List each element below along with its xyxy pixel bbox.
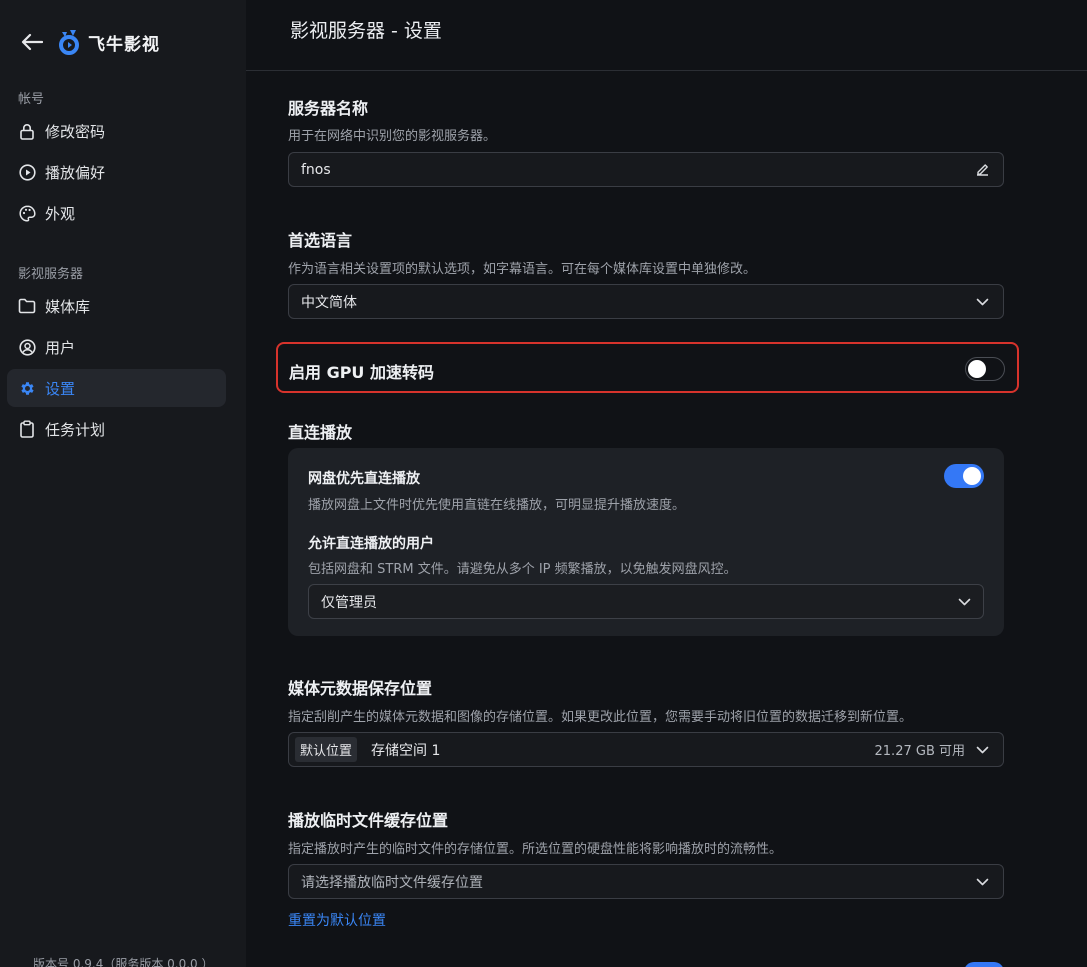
allowed-users-select[interactable]: 仅管理员 (308, 584, 984, 619)
section-label-media-server: 影视服务器 (18, 267, 84, 282)
temp-cache-description: 指定播放时产生的临时文件的存储位置。所选位置的硬盘性能将影响播放时的流畅性。 (288, 842, 783, 857)
gpu-transcoding-row: 启用 GPU 加速转码 (276, 342, 1019, 393)
pencil-edit-icon[interactable] (973, 161, 991, 179)
toggle-knob (963, 467, 981, 485)
clipboard-icon (18, 420, 36, 438)
storage-name: 存储空间 1 (371, 742, 441, 759)
metadata-location-label: 媒体元数据保存位置 (288, 679, 433, 698)
server-name-description: 用于在网络中识别您的影视服务器。 (288, 129, 497, 144)
language-value: 中文简体 (301, 294, 357, 311)
allowed-users-value: 仅管理员 (321, 594, 377, 611)
sidebar-item-label: 播放偏好 (45, 163, 106, 182)
page-title: 影视服务器 - 设置 (290, 20, 442, 42)
available-space: 21.27 GB 可用 (874, 744, 965, 759)
sidebar-item-label: 设置 (45, 379, 76, 398)
folder-icon (18, 297, 36, 315)
sidebar-item-playback-preferences[interactable]: 播放偏好 (7, 153, 226, 191)
sidebar-item-label: 用户 (45, 338, 76, 357)
chevron-down-icon (973, 741, 991, 759)
cloud-first-label: 网盘优先直连播放 (308, 471, 420, 487)
back-arrow-icon[interactable] (20, 30, 44, 54)
section-label-account: 帐号 (18, 92, 45, 107)
sidebar-item-users[interactable]: 用户 (7, 328, 226, 366)
header-divider (246, 70, 1087, 71)
app-logo-icon (58, 29, 80, 55)
version-info: 版本号 0.9.4（服务版本 0.0.0 ） (33, 957, 214, 967)
reset-default-link[interactable]: 重置为默认位置 (288, 910, 386, 930)
language-label: 首选语言 (288, 231, 353, 250)
chevron-down-icon (973, 293, 991, 311)
brand-bar: 飞牛影视 (20, 26, 160, 58)
sidebar-item-label: 任务计划 (45, 420, 106, 439)
app-root: 飞牛影视 帐号 修改密码 播放偏好 外观 影视服务器 媒体库 用户 设置 任务计… (0, 0, 1087, 967)
sidebar-item-label: 外观 (45, 204, 76, 223)
sidebar-item-appearance[interactable]: 外观 (7, 194, 226, 232)
sidebar-item-settings[interactable]: 设置 (7, 369, 226, 407)
user-circle-icon (18, 338, 36, 356)
default-location-tag: 默认位置 (295, 737, 358, 762)
server-name-value: fnos (301, 161, 331, 178)
allowed-users-label: 允许直连播放的用户 (308, 536, 434, 552)
gpu-transcoding-toggle[interactable] (965, 357, 1005, 381)
chevron-down-icon (958, 594, 971, 610)
palette-icon (18, 204, 36, 222)
sidebar-item-change-password[interactable]: 修改密码 (7, 112, 226, 150)
direct-play-panel: 网盘优先直连播放 播放网盘上文件时优先使用直链在线播放，可明显提升播放速度。 允… (288, 448, 1004, 636)
server-name-field[interactable]: fnos (288, 152, 1004, 187)
temp-cache-select[interactable]: 请选择播放临时文件缓存位置 (288, 864, 1004, 899)
cloud-first-description: 播放网盘上文件时优先使用直链在线播放，可明显提升播放速度。 (308, 498, 686, 513)
metadata-location-select[interactable]: 默认位置 存储空间 1 21.27 GB 可用 (288, 732, 1004, 767)
gpu-transcoding-label: 启用 GPU 加速转码 (289, 363, 434, 382)
chevron-down-icon (973, 873, 991, 891)
language-select[interactable]: 中文简体 (288, 284, 1004, 319)
sidebar: 飞牛影视 帐号 修改密码 播放偏好 外观 影视服务器 媒体库 用户 设置 任务计… (0, 0, 246, 967)
server-name-label: 服务器名称 (288, 99, 369, 118)
next-setting-toggle[interactable] (964, 962, 1004, 967)
gear-icon (18, 379, 36, 397)
language-description: 作为语言相关设置项的默认选项，如字幕语言。可在每个媒体库设置中单独修改。 (288, 262, 757, 277)
lock-icon (18, 122, 36, 140)
brand-name: 飞牛影视 (88, 34, 160, 55)
allowed-users-description: 包括网盘和 STRM 文件。请避免从多个 IP 频繁播放，以免触发网盘风控。 (308, 562, 737, 577)
main-content: 影视服务器 - 设置 服务器名称 用于在网络中识别您的影视服务器。 fnos 首… (246, 0, 1087, 967)
temp-cache-label: 播放临时文件缓存位置 (288, 811, 449, 830)
toggle-knob (968, 360, 986, 378)
cloud-first-toggle[interactable] (944, 464, 984, 488)
sidebar-item-label: 媒体库 (45, 297, 91, 316)
sidebar-item-media-library[interactable]: 媒体库 (7, 287, 226, 325)
sidebar-item-scheduled-tasks[interactable]: 任务计划 (7, 410, 226, 448)
temp-cache-placeholder: 请选择播放临时文件缓存位置 (301, 874, 483, 891)
sidebar-item-label: 修改密码 (45, 122, 106, 141)
direct-play-label: 直连播放 (288, 423, 353, 442)
metadata-location-description: 指定刮削产生的媒体元数据和图像的存储位置。如果更改此位置，您需要手动将旧位置的数… (288, 710, 913, 725)
play-circle-icon (18, 163, 36, 181)
